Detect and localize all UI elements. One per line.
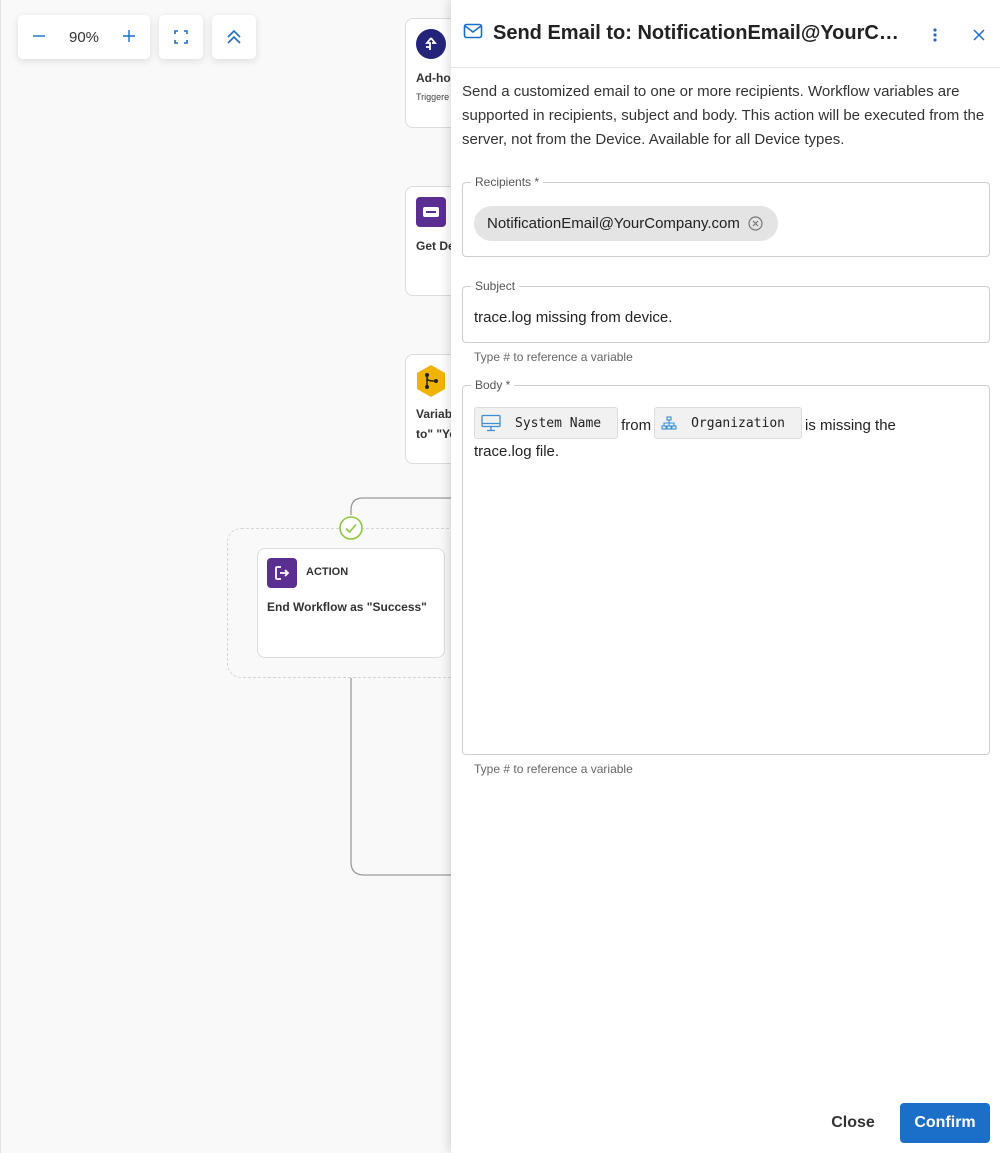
panel-title: Send Email to: NotificationEmail@YourCom… — [493, 22, 911, 44]
subject-hint: Type # to reference a variable — [474, 350, 633, 364]
mail-icon — [463, 22, 483, 45]
zoom-out-button[interactable] — [32, 27, 46, 47]
zoom-control: 90% — [18, 15, 150, 59]
close-button[interactable]: Close — [821, 1103, 885, 1143]
device-data-icon — [416, 197, 446, 227]
fit-to-screen-button[interactable] — [159, 15, 203, 59]
more-options-button[interactable] — [921, 22, 949, 48]
panel-description: Send a customized email to one or more r… — [462, 83, 985, 148]
body-text: is missing the — [805, 416, 896, 434]
condition-node-title-line1: Variab — [416, 407, 453, 421]
branch-icon — [415, 364, 447, 398]
recipient-chip[interactable]: NotificationEmail@YourCompany.com — [474, 206, 778, 241]
variable-chip-label: Organization — [691, 415, 786, 431]
subject-label: Subject — [471, 279, 520, 293]
get-device-node-title: Get De — [416, 239, 455, 253]
subject-field: Subject — [462, 279, 990, 343]
variable-chip-label: System Name — [515, 415, 602, 431]
check-circle-icon — [339, 516, 363, 540]
org-tree-icon — [661, 416, 677, 430]
confirm-button[interactable]: Confirm — [900, 1103, 990, 1143]
zoom-in-button[interactable] — [122, 27, 136, 47]
end-workflow-action-node[interactable]: ACTION End Workflow as "Success" — [257, 548, 445, 658]
panel-header: Send Email to: NotificationEmail@YourCom… — [451, 0, 1000, 68]
body-label: Body * — [471, 378, 515, 392]
minus-icon — [33, 35, 45, 37]
double-chevron-up-icon — [227, 29, 241, 44]
exit-icon — [267, 558, 297, 588]
remove-circle-icon — [748, 216, 763, 231]
end-action-type-label: ACTION — [306, 566, 349, 578]
zoom-level: 90% — [68, 28, 100, 46]
more-vertical-icon — [933, 28, 937, 42]
body-editor[interactable]: System Name from Organization is missing… — [474, 407, 974, 464]
close-icon — [973, 29, 985, 41]
variable-chip-system-name[interactable]: System Name — [474, 407, 619, 439]
subject-input[interactable] — [474, 309, 974, 326]
monitor-icon — [481, 414, 501, 432]
body-text: from — [621, 416, 652, 434]
variable-chip-organization[interactable]: Organization — [654, 407, 803, 439]
recipients-label: Recipients * — [471, 175, 544, 189]
collapse-all-button[interactable] — [212, 15, 256, 59]
end-action-title: End Workflow as "Success" — [267, 600, 427, 614]
body-text: trace.log file. — [474, 443, 560, 460]
body-field[interactable]: Body * System Name from Organization is … — [462, 378, 990, 755]
recipient-chip-remove-button[interactable] — [748, 216, 764, 232]
body-hint: Type # to reference a variable — [474, 762, 633, 776]
recipient-chip-label: NotificationEmail@YourCompany.com — [487, 215, 740, 232]
close-panel-button[interactable] — [965, 22, 993, 48]
recipients-field[interactable]: Recipients * NotificationEmail@YourCompa… — [462, 175, 990, 257]
send-email-panel: Send Email to: NotificationEmail@YourCom… — [451, 0, 1000, 1153]
trigger-node-subtitle: Triggere — [416, 92, 450, 102]
plus-icon — [123, 30, 135, 42]
trigger-icon — [416, 29, 446, 59]
fit-screen-icon — [174, 30, 188, 44]
